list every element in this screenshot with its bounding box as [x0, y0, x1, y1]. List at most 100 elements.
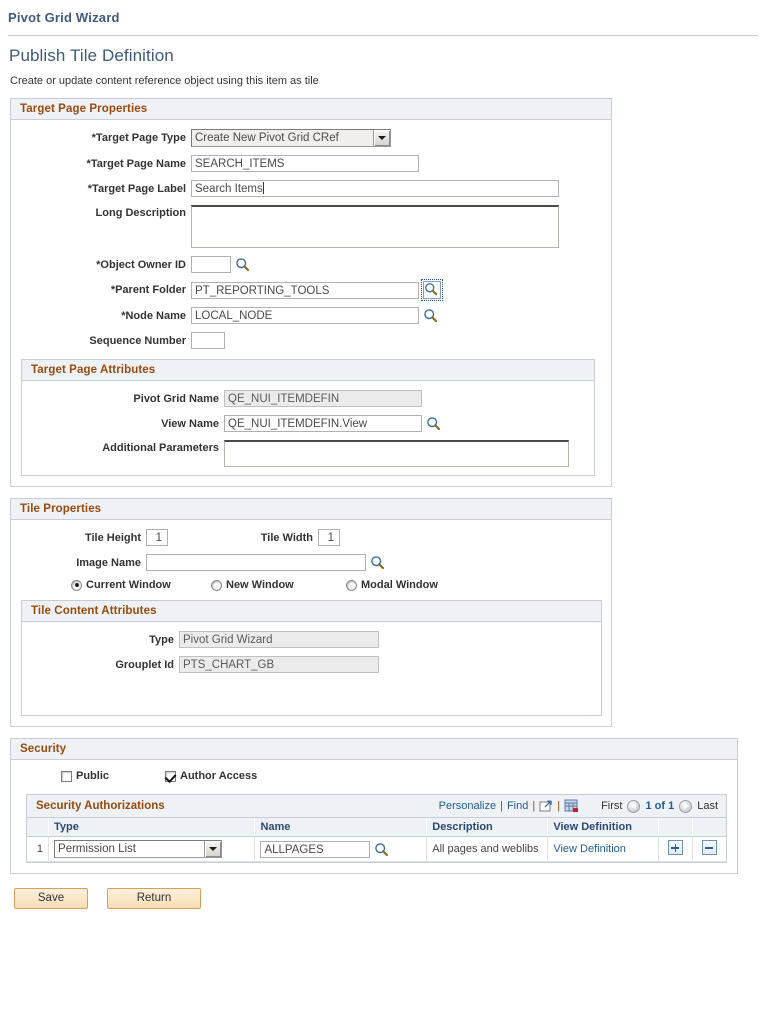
tile-width-input[interactable]: 1 — [318, 529, 340, 546]
image-name-row: Image Name — [11, 554, 611, 571]
target-page-label-label: *Target Page Label — [87, 182, 186, 195]
next-arrow-icon[interactable] — [679, 799, 693, 813]
cell-delete — [692, 836, 726, 862]
permission-type-select[interactable]: Permission List — [54, 840, 223, 858]
permission-name-input[interactable]: ALLPAGES — [260, 840, 371, 858]
radio-modal-window-label: Modal Window — [361, 579, 438, 591]
radio-icon[interactable] — [71, 579, 82, 591]
find-link[interactable]: Find — [507, 800, 528, 812]
lookup-magnifier-icon[interactable] — [235, 257, 250, 272]
additional-parameters-textarea[interactable] — [224, 440, 569, 467]
grouplet-id-row: Grouplet Id PTS_CHART_GB — [22, 656, 601, 673]
sequence-number-label: Sequence Number — [89, 334, 186, 347]
expand-window-icon[interactable] — [539, 799, 553, 813]
cell-name: ALLPAGES — [254, 836, 428, 862]
target-page-label-input[interactable]: Search Items — [191, 180, 559, 197]
table-row: 1 Permission List ALLPAGES All pages and… — [27, 836, 726, 862]
long-description-textarea[interactable] — [191, 205, 559, 248]
separator-2: | — [532, 800, 536, 812]
tile-height-input[interactable]: 1 — [146, 529, 168, 546]
chevron-down-icon[interactable] — [373, 130, 390, 146]
column-header-type[interactable]: Type — [48, 818, 256, 837]
view-name-input[interactable]: QE_NUI_ITEMDEFIN.View — [224, 415, 422, 432]
security-checkbox-row: Public Author Access — [11, 770, 737, 782]
tile-properties-section: Tile Properties Tile Height 1 Tile Width… — [10, 498, 612, 727]
chevron-down-icon[interactable] — [204, 841, 222, 857]
tile-content-attributes-section: Tile Content Attributes Type Pivot Grid … — [21, 600, 602, 716]
grouplet-id-input: PTS_CHART_GB — [179, 656, 379, 673]
return-button[interactable]: Return — [107, 888, 201, 909]
target-page-attributes-section: Target Page Attributes Pivot Grid Name Q… — [21, 359, 595, 476]
column-header-add — [658, 818, 693, 837]
grid-toolbar: Security Authorizations Personalize | Fi… — [27, 795, 726, 818]
lookup-magnifier-icon[interactable] — [421, 279, 443, 301]
last-label[interactable]: Last — [697, 800, 718, 812]
additional-parameters-label: Additional Parameters — [102, 442, 219, 454]
permission-type-value: Permission List — [55, 841, 205, 857]
grid-toolbar-links: Personalize | Find | | — [439, 799, 579, 813]
pivot-grid-name-label: Pivot Grid Name — [133, 392, 219, 405]
column-header-description[interactable]: Description — [426, 818, 549, 837]
checkbox-public[interactable]: Public — [61, 770, 165, 782]
first-label[interactable]: First — [601, 800, 622, 812]
column-header-name[interactable]: Name — [254, 818, 428, 837]
checkbox-author-access-label: Author Access — [180, 770, 258, 782]
grouplet-id-label: Grouplet Id — [115, 658, 174, 671]
column-header-view-definition[interactable]: View Definition — [547, 818, 659, 837]
parent-folder-row: *Parent Folder PT_REPORTING_TOOLS — [11, 279, 611, 301]
row-number: 1 — [27, 836, 50, 862]
grid-pagination: First 1 of 1 Last — [601, 799, 718, 813]
add-row-icon[interactable] — [667, 840, 683, 855]
sequence-number-row: Sequence Number — [11, 332, 611, 349]
target-page-type-row: *Target Page Type Create New Pivot Grid … — [11, 129, 611, 147]
image-name-label: Image Name — [76, 556, 141, 569]
lookup-magnifier-icon[interactable] — [374, 842, 389, 857]
checkbox-author-access[interactable]: Author Access — [165, 770, 257, 782]
personalize-link[interactable]: Personalize — [439, 800, 496, 812]
window-option-row: Current Window New Window Modal Window — [11, 579, 611, 591]
pivot-grid-name-input: QE_NUI_ITEMDEFIN — [224, 390, 422, 407]
view-definition-link[interactable]: View Definition — [553, 843, 626, 855]
target-page-name-row: *Target Page Name SEARCH_ITEMS — [11, 155, 611, 172]
publish-tile-definition-page: Pivot Grid Wizard Publish Tile Definitio… — [0, 0, 766, 1015]
delete-row-icon[interactable] — [701, 840, 717, 855]
object-owner-id-input[interactable] — [191, 256, 231, 273]
view-name-row: View Name QE_NUI_ITEMDEFIN.View — [22, 415, 594, 432]
cell-add — [658, 836, 693, 862]
save-button[interactable]: Save — [14, 888, 88, 909]
image-name-input[interactable] — [146, 554, 366, 571]
target-page-label-row: *Target Page Label Search Items — [11, 180, 611, 197]
checkbox-public-label: Public — [76, 770, 110, 782]
radio-new-window[interactable]: New Window — [211, 579, 346, 591]
column-header-delete — [692, 818, 726, 837]
lookup-magnifier-icon[interactable] — [423, 308, 438, 323]
target-page-name-input[interactable]: SEARCH_ITEMS — [191, 155, 419, 172]
radio-icon[interactable] — [346, 579, 357, 591]
separator-3: | — [557, 800, 561, 812]
radio-current-window[interactable]: Current Window — [71, 579, 211, 591]
checkbox-icon[interactable] — [165, 770, 176, 782]
security-authorizations-grid: Security Authorizations Personalize | Fi… — [26, 794, 727, 863]
type-row: Type Pivot Grid Wizard — [22, 631, 601, 648]
radio-modal-window[interactable]: Modal Window — [346, 579, 438, 591]
tile-height-label: Tile Height — [84, 531, 141, 544]
target-page-attributes-header: Target Page Attributes — [22, 360, 594, 381]
lookup-magnifier-icon[interactable] — [426, 416, 441, 431]
download-spreadsheet-icon[interactable] — [564, 799, 579, 813]
parent-folder-input[interactable]: PT_REPORTING_TOOLS — [191, 281, 419, 299]
separator-1: | — [500, 800, 503, 812]
checkbox-icon[interactable] — [61, 770, 72, 782]
view-name-label: View Name — [161, 417, 219, 430]
sequence-number-input[interactable] — [191, 332, 225, 349]
radio-icon[interactable] — [211, 579, 222, 591]
tile-content-attributes-header: Tile Content Attributes — [22, 601, 601, 622]
previous-arrow-icon[interactable] — [627, 799, 641, 813]
lookup-magnifier-icon[interactable] — [370, 555, 385, 570]
node-name-label: *Node Name — [121, 309, 186, 322]
type-input: Pivot Grid Wizard — [179, 631, 379, 648]
additional-parameters-row: Additional Parameters — [22, 440, 594, 467]
security-header: Security — [11, 739, 737, 760]
grid-title: Security Authorizations — [36, 800, 165, 812]
target-page-type-select[interactable]: Create New Pivot Grid CRef — [191, 129, 391, 147]
node-name-input[interactable]: LOCAL_NODE — [191, 307, 419, 324]
